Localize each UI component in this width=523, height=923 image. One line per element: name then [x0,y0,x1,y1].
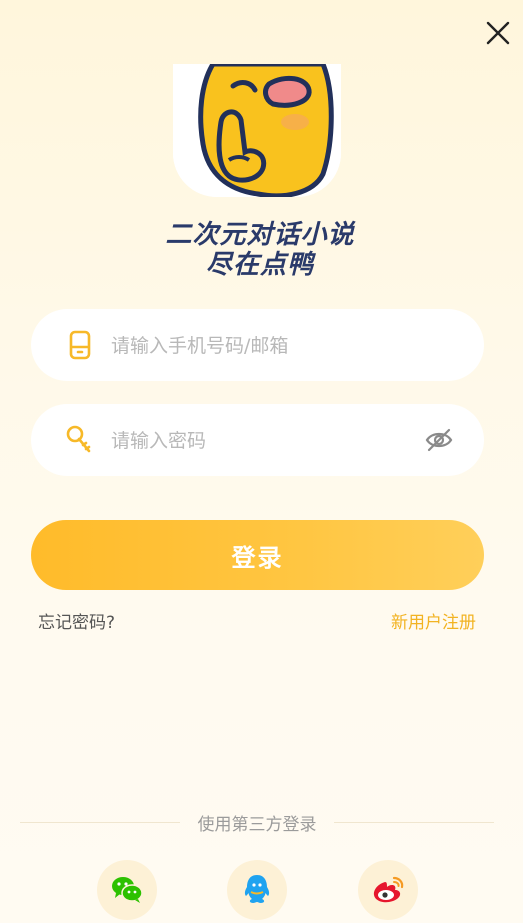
qq-icon [244,875,270,903]
wechat-icon [112,877,143,903]
divider-right [334,822,494,823]
account-field[interactable] [31,309,484,381]
third-party-label: 使用第三方登录 [197,815,317,835]
login-button[interactable]: 登录 [31,520,484,590]
app-logo [173,64,341,197]
account-input[interactable] [109,327,413,365]
weibo-icon [373,876,404,903]
forgot-password-link[interactable]: 忘记密码? [38,608,115,633]
key-icon [66,425,91,453]
close-icon [486,21,510,45]
divider-left [20,822,180,823]
slogan: 二次元对话小说 尽在点鸭 [150,210,370,280]
wechat-login-button[interactable] [97,860,157,920]
weibo-login-button[interactable] [358,860,418,920]
password-field[interactable] [31,404,484,476]
phone-icon [69,330,91,360]
qq-login-button[interactable] [227,860,287,920]
close-button[interactable] [484,19,512,47]
register-link[interactable]: 新用户注册 [391,608,476,633]
password-input[interactable] [109,422,413,460]
slogan-line-2: 尽在点鸭 [205,250,314,280]
eye-hidden-icon[interactable] [424,426,454,454]
